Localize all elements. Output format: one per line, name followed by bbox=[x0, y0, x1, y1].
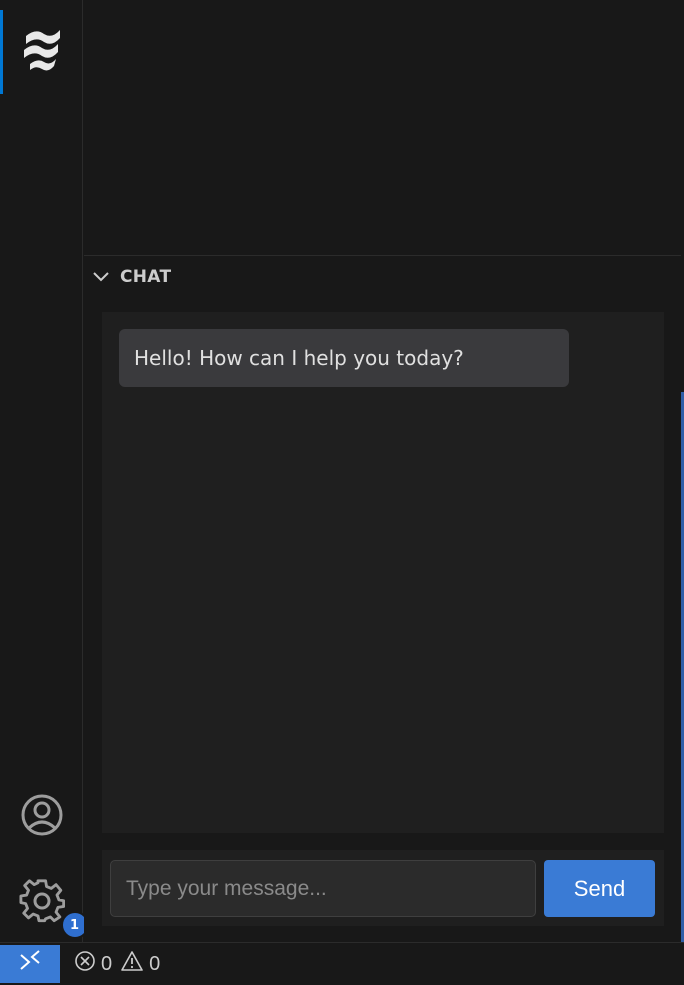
warning-icon bbox=[120, 950, 149, 978]
activity-item-chat[interactable] bbox=[0, 10, 83, 94]
settings-button[interactable]: 1 bbox=[0, 870, 89, 939]
chat-section-header[interactable]: CHAT bbox=[84, 257, 681, 297]
chat-input-row: Send bbox=[102, 850, 664, 926]
remote-button[interactable] bbox=[0, 945, 60, 983]
chat-messages: Hello! How can I help you today? bbox=[102, 312, 664, 833]
account-button[interactable] bbox=[0, 787, 83, 847]
status-bar: 0 0 bbox=[0, 942, 684, 985]
gear-icon: 1 bbox=[18, 877, 89, 939]
side-panel: CHAT Hello! How can I help you today? Se… bbox=[84, 0, 681, 942]
problems-indicator[interactable]: 0 0 bbox=[74, 950, 168, 978]
warning-count: 0 bbox=[149, 952, 161, 975]
panel-empty-area bbox=[84, 0, 681, 256]
assistant-message: Hello! How can I help you today? bbox=[119, 329, 569, 387]
error-icon bbox=[74, 950, 101, 978]
chevron-down-icon bbox=[92, 268, 110, 286]
windsurf-logo-icon bbox=[20, 26, 64, 78]
error-count: 0 bbox=[101, 952, 113, 975]
app-window: 1 CHAT Hello! How can I help you today? … bbox=[0, 0, 684, 985]
chat-section-title: CHAT bbox=[120, 267, 172, 287]
send-button[interactable]: Send bbox=[544, 860, 655, 917]
message-input[interactable] bbox=[110, 860, 536, 917]
account-icon bbox=[19, 792, 65, 842]
activity-bar: 1 bbox=[0, 0, 89, 942]
remote-icon bbox=[18, 950, 42, 978]
